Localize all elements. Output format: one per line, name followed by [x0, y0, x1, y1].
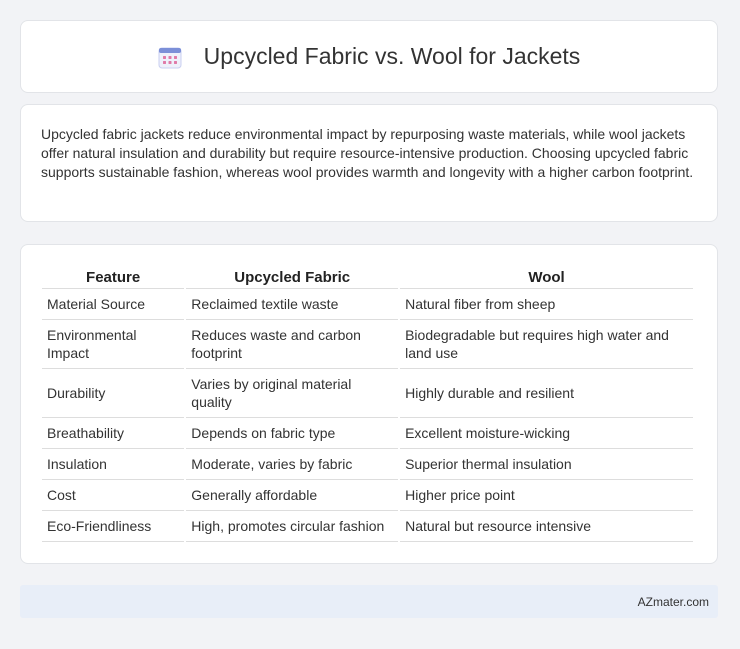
table-row: Breathability Depends on fabric type Exc… — [42, 418, 693, 449]
page-title: Upcycled Fabric vs. Wool for Jackets — [203, 43, 581, 69]
table-row: Eco-Friendliness High, promotes circular… — [42, 511, 693, 542]
table-cell: Natural but resource intensive — [400, 511, 693, 542]
table-cell: Excellent moisture-wicking — [400, 418, 693, 449]
table-cell: Durability — [42, 369, 185, 418]
table-row: Cost Generally affordable Higher price p… — [42, 480, 693, 511]
comparison-table: Feature Upcycled Fabric Wool Material So… — [40, 265, 695, 542]
summary-text: Upcycled fabric jackets reduce environme… — [41, 126, 694, 180]
table-cell: Insulation — [42, 449, 185, 480]
table-cell: Eco-Friendliness — [42, 511, 185, 542]
table-cell: Highly durable and resilient — [400, 369, 693, 418]
table-cell: Moderate, varies by fabric — [186, 449, 399, 480]
header-feature: Feature — [42, 265, 185, 289]
table-cell: Material Source — [42, 289, 185, 320]
header-wool: Wool — [400, 265, 693, 289]
table-cell: Depends on fabric type — [186, 418, 399, 449]
table-cell: Reduces waste and carbon footprint — [186, 320, 399, 369]
table-cell: High, promotes circular fashion — [186, 511, 399, 542]
header-upcycled-fabric: Upcycled Fabric — [186, 265, 399, 289]
table-cell: Reclaimed textile waste — [186, 289, 399, 320]
comparison-table-card: Feature Upcycled Fabric Wool Material So… — [20, 244, 718, 564]
table-cell: Breathability — [42, 418, 185, 449]
table-row: Insulation Moderate, varies by fabric Su… — [42, 449, 693, 480]
table-row: Environmental Impact Reduces waste and c… — [42, 320, 693, 369]
summary-card: Upcycled fabric jackets reduce environme… — [20, 104, 718, 222]
table-cell: Natural fiber from sheep — [400, 289, 693, 320]
table-cell: Biodegradable but requires high water an… — [400, 320, 693, 369]
footer-brand: AZmater.com — [637, 594, 709, 609]
table-cell: Cost — [42, 480, 185, 511]
table-row: Durability Varies by original material q… — [42, 369, 693, 418]
calendar-icon — [158, 45, 182, 69]
title-card: Upcycled Fabric vs. Wool for Jackets — [20, 20, 718, 93]
table-cell: Environmental Impact — [42, 320, 185, 369]
table-cell: Superior thermal insulation — [400, 449, 693, 480]
table-cell: Higher price point — [400, 480, 693, 511]
table-row: Material Source Reclaimed textile waste … — [42, 289, 693, 320]
table-cell: Generally affordable — [186, 480, 399, 511]
table-header-row: Feature Upcycled Fabric Wool — [42, 265, 693, 289]
table-cell: Varies by original material quality — [186, 369, 399, 418]
footer: AZmater.com — [20, 585, 718, 618]
